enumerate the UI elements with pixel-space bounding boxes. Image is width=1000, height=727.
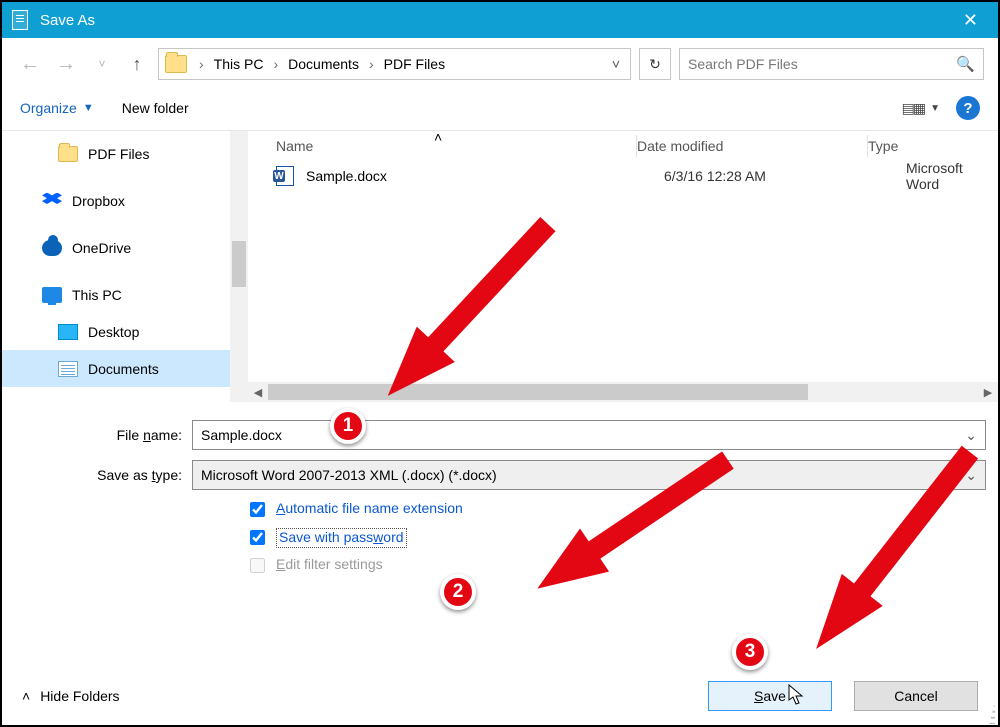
tree-item-pdf-files[interactable]: PDF Files <box>2 135 248 172</box>
desktop-icon <box>58 324 78 340</box>
monitor-icon <box>42 287 62 303</box>
address-dropdown-icon[interactable]: ˅ <box>608 56 624 72</box>
window-title: Save As <box>40 12 95 29</box>
file-hscrollbar[interactable]: ◀ ▶ <box>248 382 998 402</box>
file-date: 6/3/16 12:28 AM <box>664 168 894 184</box>
checkbox-auto-extension[interactable] <box>250 502 265 517</box>
view-options-button[interactable]: ▤▦ ▼ <box>902 100 940 117</box>
tree-item-desktop[interactable]: Desktop <box>2 313 248 350</box>
checkbox-edit-filter <box>250 558 265 573</box>
breadcrumb-this-pc[interactable]: This PC <box>214 56 264 72</box>
title-bar: Save As ✕ <box>2 2 998 38</box>
file-name: Sample.docx <box>306 168 652 184</box>
folder-icon <box>58 146 78 162</box>
scroll-left-icon[interactable]: ◀ <box>248 382 268 402</box>
address-row: ← → ˅ ↑ › This PC › Documents › PDF File… <box>2 38 998 88</box>
nav-back-icon[interactable]: ← <box>16 53 44 76</box>
tree-item-documents[interactable]: Documents <box>2 350 248 387</box>
col-date[interactable]: Date modified <box>637 138 867 154</box>
chevron-right-icon: › <box>369 56 374 72</box>
bottom-bar: ˄ Hide Folders Save Cancel <box>4 669 996 723</box>
cancel-button[interactable]: Cancel <box>854 681 978 711</box>
search-placeholder: Search PDF Files <box>688 56 798 72</box>
file-list: ˄ Name Date modified Type Sample.docx 6/… <box>248 131 998 402</box>
word-file-icon <box>276 166 294 186</box>
documents-icon <box>58 361 78 377</box>
tree-scrollbar[interactable] <box>230 131 248 402</box>
save-type-select[interactable]: Microsoft Word 2007-2013 XML (.docx) (*.… <box>192 460 986 490</box>
chevron-up-icon: ˄ <box>22 688 30 704</box>
file-name-input[interactable]: Sample.docx ⌄ <box>192 420 986 450</box>
resize-grip-icon[interactable]: .:.::.::: <box>989 705 994 723</box>
dropbox-icon <box>42 193 62 209</box>
scroll-right-icon[interactable]: ▶ <box>978 382 998 402</box>
chevron-right-icon: › <box>199 56 204 72</box>
search-icon: 🔍 <box>956 55 975 73</box>
check-save-password[interactable]: Save with password <box>246 528 506 548</box>
save-button[interactable]: Save <box>708 681 832 711</box>
close-icon[interactable]: ✕ <box>953 6 988 35</box>
filename-dropdown-icon[interactable]: ⌄ <box>965 427 977 444</box>
col-type[interactable]: Type <box>868 138 998 154</box>
chevron-down-icon: ▼ <box>83 102 94 114</box>
check-edit-filter: Edit filter settings <box>246 556 506 576</box>
window-icon <box>12 10 28 30</box>
tree-item-this-pc[interactable]: This PC <box>2 276 248 313</box>
breadcrumb-documents[interactable]: Documents <box>288 56 359 72</box>
folder-icon <box>165 55 187 73</box>
onedrive-icon <box>42 240 62 256</box>
breadcrumb-pdf-files[interactable]: PDF Files <box>384 56 445 72</box>
col-name[interactable]: Name <box>266 138 636 154</box>
view-list-icon: ▤▦ <box>902 100 924 117</box>
file-type: Microsoft Word <box>906 160 998 192</box>
nav-tree: PDF Files Dropbox OneDrive This PC Deskt… <box>2 131 248 402</box>
help-button[interactable]: ? <box>956 96 980 120</box>
annotation-badge-3: 3 <box>732 634 768 670</box>
nav-up-icon[interactable]: ↑ <box>124 54 150 75</box>
file-row[interactable]: Sample.docx 6/3/16 12:28 AM Microsoft Wo… <box>248 161 998 191</box>
type-dropdown-icon[interactable]: ⌄ <box>965 467 977 484</box>
search-input[interactable]: Search PDF Files 🔍 <box>679 48 984 80</box>
organize-menu[interactable]: Organize ▼ <box>20 100 94 116</box>
address-bar[interactable]: › This PC › Documents › PDF Files ˅ <box>158 48 631 80</box>
checkbox-save-password[interactable] <box>250 530 265 545</box>
column-headers[interactable]: Name Date modified Type <box>248 131 998 161</box>
file-name-label: File name: <box>14 427 192 443</box>
save-type-label: Save as type: <box>14 467 192 483</box>
hide-folders-toggle[interactable]: ˄ Hide Folders <box>22 688 120 704</box>
refresh-button[interactable]: ↻ <box>639 48 671 80</box>
chevron-down-icon: ▼ <box>930 103 940 114</box>
check-auto-extension[interactable]: Automatic file name extension <box>246 500 506 520</box>
toolbar: Organize ▼ New folder ▤▦ ▼ ? <box>2 88 998 130</box>
new-folder-button[interactable]: New folder <box>122 100 189 116</box>
annotation-badge-2: 2 <box>440 574 476 610</box>
explorer-area: PDF Files Dropbox OneDrive This PC Deskt… <box>2 130 998 402</box>
tree-item-dropbox[interactable]: Dropbox <box>2 182 248 219</box>
nav-recent-dropdown[interactable]: ˅ <box>88 57 116 71</box>
nav-forward-icon: → <box>52 53 80 76</box>
chevron-right-icon: › <box>273 56 278 72</box>
tree-item-onedrive[interactable]: OneDrive <box>2 229 248 266</box>
save-form: File name: Sample.docx ⌄ Save as type: M… <box>2 402 998 576</box>
